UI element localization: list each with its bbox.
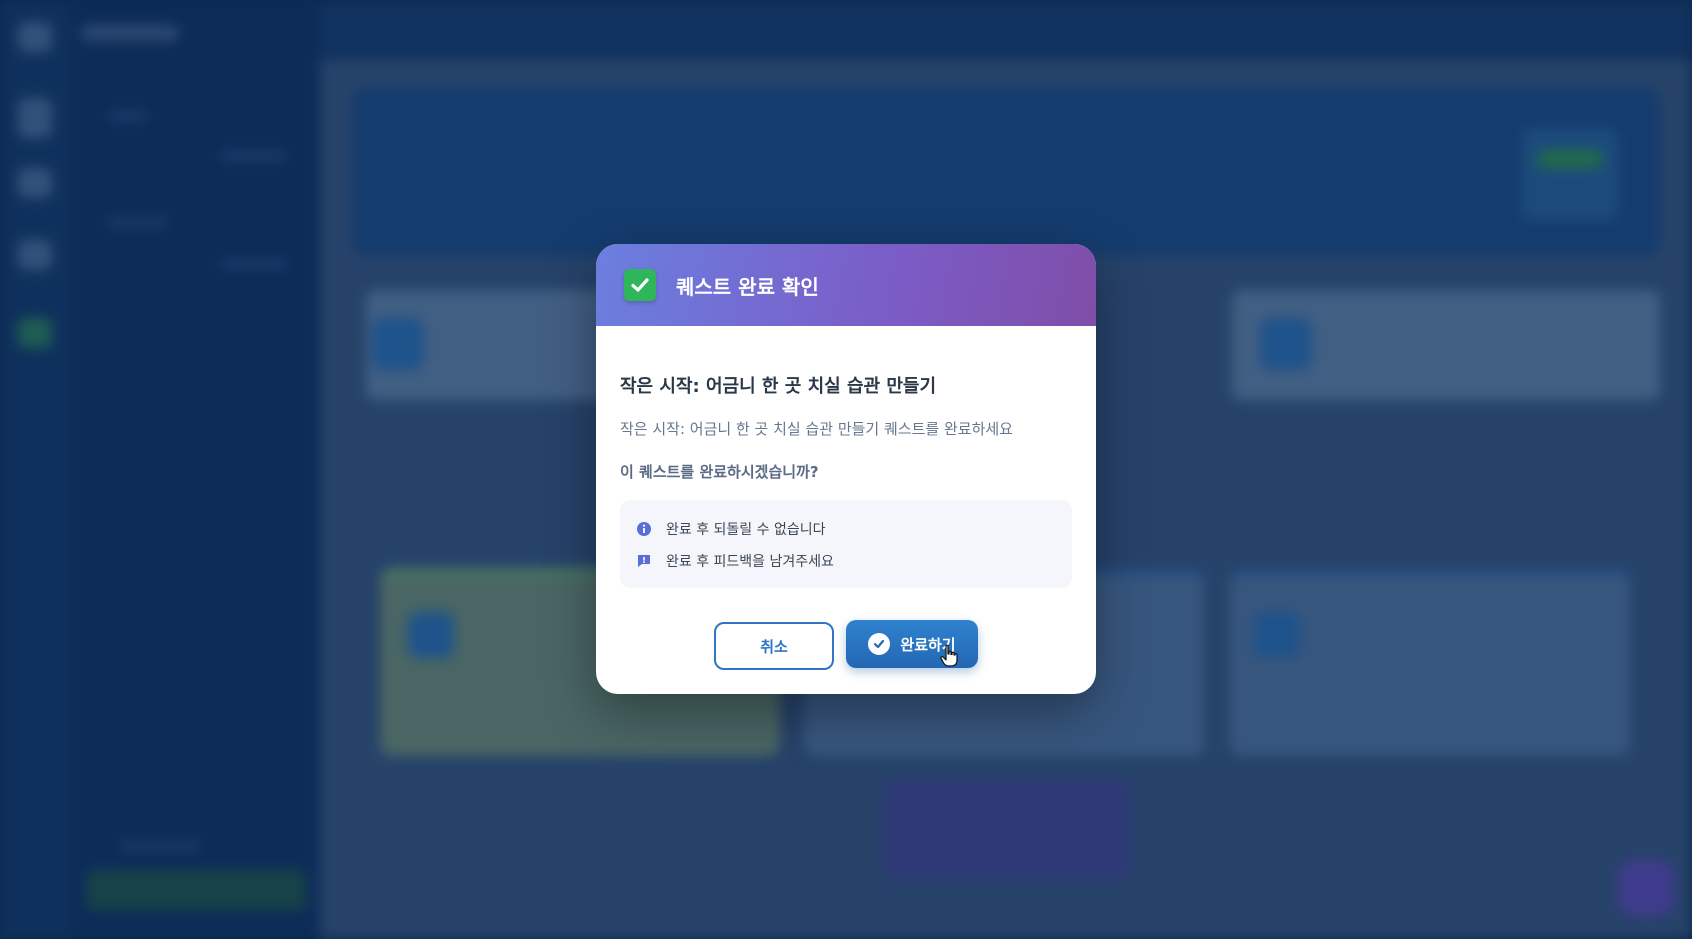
- check-mark-icon: [624, 269, 656, 301]
- info-icon: [636, 521, 652, 537]
- quest-complete-modal: 퀘스트 완료 확인 작은 시작: 어금니 한 곳 치실 습관 만들기 작은 시작…: [596, 244, 1096, 694]
- notice-text: 완료 후 피드백을 남겨주세요: [666, 554, 834, 570]
- modal-header: 퀘스트 완료 확인: [596, 244, 1096, 326]
- quest-description: 작은 시작: 어금니 한 곳 치실 습관 만들기 퀘스트를 완료하세요: [620, 420, 1013, 438]
- complete-button[interactable]: 완료하기: [846, 620, 978, 668]
- modal-body: 작은 시작: 어금니 한 곳 치실 습관 만들기 작은 시작: 어금니 한 곳 …: [596, 326, 1096, 588]
- notice-text: 완료 후 되돌릴 수 없습니다: [666, 522, 826, 538]
- confirm-question: 이 퀘스트를 완료하시겠습니까?: [620, 463, 819, 481]
- notice-item: 완료 후 피드백을 남겨주세요: [636, 548, 1056, 574]
- modal-title: 퀘스트 완료 확인: [676, 274, 819, 299]
- cancel-button[interactable]: 취소: [714, 622, 834, 670]
- notice-item: 완료 후 되돌릴 수 없습니다: [636, 516, 1056, 542]
- notice-box: 완료 후 되돌릴 수 없습니다 완료 후 피드백을 남겨주세요: [620, 500, 1072, 588]
- modal-actions: 취소 완료하기: [596, 620, 1096, 670]
- check-circle-icon: [868, 633, 891, 655]
- hand-cursor-icon: [940, 644, 958, 667]
- feedback-icon: [636, 553, 652, 569]
- quest-name: 작은 시작: 어금니 한 곳 치실 습관 만들기: [620, 376, 937, 397]
